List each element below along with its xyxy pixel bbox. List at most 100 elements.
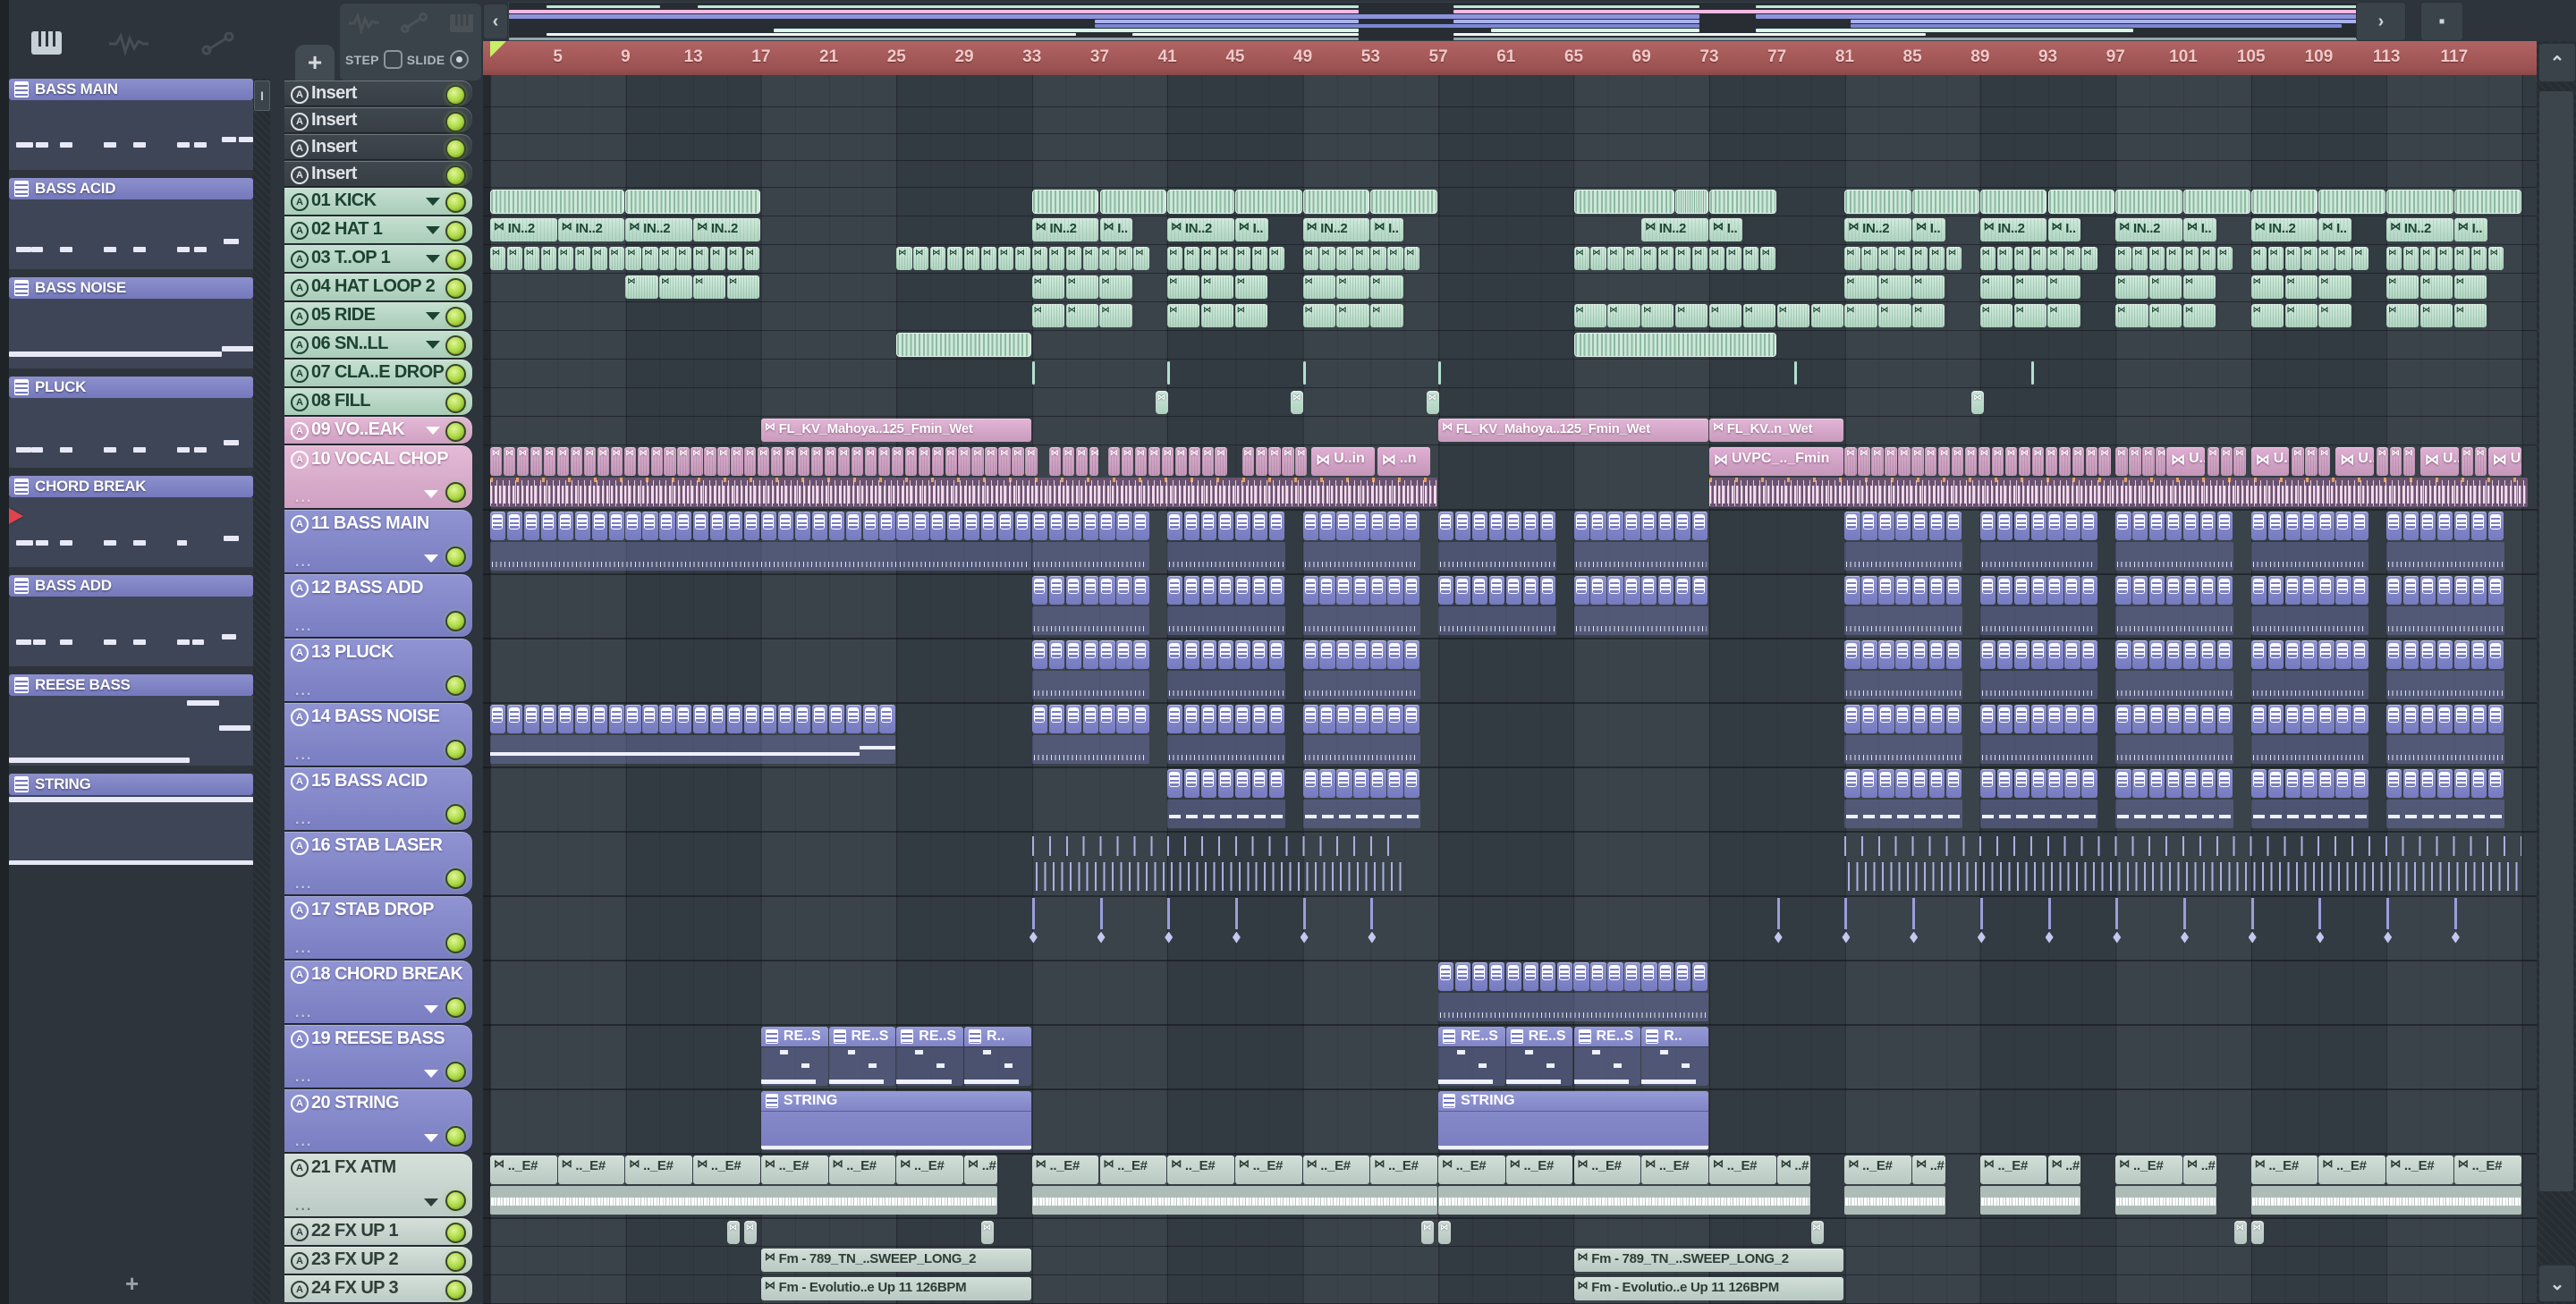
vocal-chop-clip[interactable] [2115, 447, 2166, 476]
vocal-chop-clip[interactable]: ⋈ U..in [2420, 447, 2459, 476]
vocal-chop-clip[interactable]: ⋈ ..n [1377, 447, 1431, 476]
track-lane-17[interactable] [483, 896, 2537, 961]
track-type-icon[interactable]: A [291, 113, 309, 131]
mute-led[interactable] [445, 740, 466, 760]
track-type-icon[interactable]: A [291, 515, 309, 533]
track-type-icon[interactable]: A [291, 394, 309, 411]
audio-clip[interactable]: ⋈ .._E# [490, 1156, 557, 1184]
stab-drop-clip[interactable] [2318, 898, 2322, 958]
pattern-clip-group[interactable] [1844, 512, 1962, 540]
mute-led[interactable] [445, 868, 466, 889]
track-lane-6[interactable] [483, 331, 2537, 360]
chopped-audio-clip[interactable] [2115, 247, 2233, 270]
chopped-audio-clip[interactable] [1031, 247, 1150, 270]
fill-clip[interactable] [1426, 391, 1439, 414]
mute-led[interactable] [445, 278, 466, 299]
track-header-3[interactable]: A 03 T..OP 1 [284, 245, 472, 272]
chopped-audio-clip[interactable] [1302, 275, 1404, 299]
mute-led[interactable] [445, 675, 466, 696]
pattern-clip-group[interactable] [2115, 769, 2233, 798]
pattern-strip-clip[interactable] [1438, 542, 1556, 571]
pattern-item-reese-bass[interactable]: REESE BASS [9, 674, 253, 766]
pattern-labeled-clip[interactable]: RE..S [760, 1027, 828, 1086]
track-header-19[interactable]: A 19 REESE BASS... [284, 1025, 472, 1088]
pattern-strip-clip[interactable] [1302, 735, 1421, 764]
audio-clip[interactable]: ⋈ IN..2 [1032, 218, 1099, 241]
audio-clip[interactable]: ⋈ IN..2 [2115, 218, 2182, 241]
insert-track-header[interactable]: A Insert [284, 161, 472, 186]
pattern-strip-clip[interactable] [1031, 735, 1150, 764]
pattern-strip-clip[interactable] [2115, 800, 2233, 828]
piano-roll-icon[interactable] [449, 13, 474, 33]
track-header-18[interactable]: A 18 CHORD BREAK... [284, 961, 472, 1023]
audio-clip[interactable]: ⋈ IN..2 [1980, 218, 2047, 241]
track-type-icon[interactable]: A [291, 1095, 309, 1113]
fx-waveform-clip[interactable] [2250, 1186, 2521, 1215]
pattern-item-chord-break[interactable]: CHORD BREAK [9, 476, 253, 567]
pattern-strip-clip[interactable] [1302, 606, 1421, 635]
insert-track-header[interactable]: A Insert [284, 134, 472, 159]
chopped-audio-clip[interactable] [1302, 304, 1404, 327]
stab-drop-clip[interactable] [1234, 898, 1239, 958]
audio-clip[interactable]: ⋈ IN..2 [1303, 218, 1370, 241]
stab-drop-clip[interactable] [1099, 898, 1104, 958]
pattern-preview[interactable] [9, 398, 253, 468]
audio-clip[interactable]: ⋈ FL_KV_Mahoya..125_Fmin_Wet [1438, 419, 1708, 442]
track-header-24[interactable]: A 24 FX UP 3 [284, 1275, 472, 1302]
pattern-strip-clip[interactable] [1167, 800, 1285, 828]
pattern-strip-clip[interactable] [2115, 671, 2233, 699]
track-lane-2[interactable] [483, 216, 2537, 245]
fx-waveform-clip[interactable] [1844, 1186, 1945, 1215]
audio-loop-clip[interactable] [1675, 190, 1708, 214]
track-options-dots[interactable]: ... [295, 1198, 312, 1215]
chopped-audio-clip[interactable] [2386, 275, 2487, 299]
track-header-22[interactable]: A 22 FX UP 1 [284, 1218, 472, 1245]
pattern-clip-group[interactable] [2386, 512, 2504, 540]
chopped-audio-clip[interactable] [1167, 275, 1268, 299]
pattern-clip-group[interactable] [1167, 705, 1285, 733]
vocal-chop-clip[interactable] [1241, 447, 1308, 476]
insert-lane[interactable] [483, 80, 2537, 107]
stab-drop-clip[interactable] [2115, 898, 2119, 958]
track-options-dots[interactable]: ... [295, 619, 312, 635]
fx-waveform-clip[interactable] [2115, 1186, 2216, 1215]
pattern-header[interactable]: BASS ACID [9, 178, 253, 199]
pattern-clip-group[interactable] [1302, 769, 1421, 798]
stab-drop-clip[interactable] [2183, 898, 2187, 958]
pattern-strip-clip[interactable] [2250, 671, 2369, 699]
automation-icon[interactable] [400, 13, 428, 34]
pattern-clip-group[interactable] [1979, 576, 2098, 605]
chopped-audio-clip[interactable] [1979, 304, 2081, 327]
chopped-audio-clip[interactable] [1844, 304, 1945, 327]
pattern-clip-group[interactable] [1302, 640, 1421, 669]
audio-clip[interactable]: ⋈ IN..2 [625, 218, 692, 241]
stab-drop-clip[interactable] [1912, 898, 1916, 958]
pattern-clip-group[interactable] [1844, 640, 1962, 669]
chevron-down-icon[interactable] [424, 1005, 438, 1013]
pattern-clip-group[interactable] [1302, 512, 1421, 540]
track-type-icon[interactable]: A [291, 1159, 309, 1177]
track-lane-22[interactable] [483, 1218, 2537, 1247]
track-lane-7[interactable] [483, 360, 2537, 388]
chopped-audio-clip[interactable] [896, 247, 1031, 270]
pattern-clip-group[interactable] [2386, 640, 2504, 669]
chopped-audio-clip[interactable] [2386, 247, 2504, 270]
chopped-audio-clip[interactable] [2386, 304, 2487, 327]
pattern-clip-group[interactable] [1979, 769, 2098, 798]
audio-loop-clip[interactable] [2453, 190, 2521, 214]
audio-clip[interactable]: ⋈ I.. [1100, 218, 1133, 241]
chopped-audio-clip[interactable] [2250, 304, 2352, 327]
audio-clip[interactable]: ⋈ Fm - 789_TN_..SWEEP_LONG_2 [1573, 1249, 1844, 1272]
mute-led[interactable] [445, 85, 466, 106]
mute-led[interactable] [445, 221, 466, 241]
pattern-item-bass-noise[interactable]: BASS NOISE [9, 277, 253, 368]
stab-drop-clip[interactable] [1370, 898, 1374, 958]
audio-clip[interactable]: ⋈ .._E# [1505, 1156, 1573, 1184]
track-header-5[interactable]: A 05 RIDE [284, 302, 472, 329]
pattern-strip-clip[interactable] [1979, 542, 2098, 571]
chevron-down-icon[interactable] [424, 1070, 438, 1078]
track-type-icon[interactable]: A [291, 166, 309, 184]
audio-clip[interactable]: ⋈ .._E# [828, 1156, 896, 1184]
scroll-thumb[interactable] [2539, 91, 2573, 1191]
audio-loop-clip[interactable] [2183, 190, 2250, 214]
